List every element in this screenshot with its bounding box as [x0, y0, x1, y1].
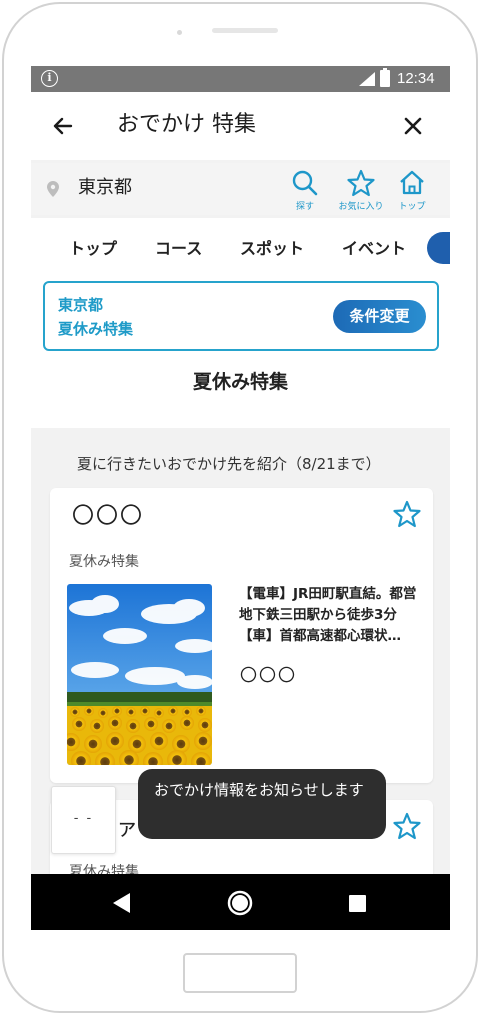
home-icon	[400, 170, 424, 195]
tab-spot[interactable]: スポット	[240, 238, 304, 260]
filter-box: 東京都 夏休み特集 条件変更	[43, 281, 439, 351]
favorites-action[interactable]: お気に入り	[335, 169, 387, 213]
filter-area: 東京都	[58, 296, 104, 314]
status-bar: i 12:34	[31, 66, 450, 92]
mini-widget-text: - -	[73, 811, 94, 826]
location-value[interactable]: 東京都	[78, 175, 132, 201]
spot-card[interactable]: 〇〇〇 夏休み特集 【電車】JR田町駅直結。都営地下鉄三田駅から徒歩3分【車】首…	[50, 488, 433, 783]
card-title: 〇〇〇	[72, 504, 145, 529]
tab-event[interactable]: イベント	[342, 238, 406, 260]
top-action[interactable]: トップ	[395, 169, 429, 213]
close-icon[interactable]	[403, 116, 423, 136]
search-action-label: 探す	[295, 202, 314, 212]
search-icon	[292, 170, 318, 196]
back-arrow-icon[interactable]	[51, 114, 75, 138]
status-time: 12:34	[397, 70, 435, 87]
toast-message: おでかけ情報をお知らせします	[138, 769, 386, 839]
screen: i 12:34 おでかけ 特集 東京都 探す お気に入り トップ トップ コース…	[31, 66, 450, 930]
section-pointer	[217, 410, 265, 428]
sunflower-field-photo[interactable]	[67, 584, 212, 765]
star-icon	[347, 169, 375, 197]
filter-section: 東京都 夏休み特集 条件変更	[31, 278, 450, 358]
tab-selected-special[interactable]	[427, 232, 450, 264]
favorite-star-icon[interactable]	[393, 500, 421, 528]
tab-top[interactable]: トップ	[69, 238, 117, 260]
section-description: 夏に行きたいおでかけ先を紹介（8/21まで）	[77, 455, 381, 473]
location-pin-icon	[47, 181, 59, 197]
top-action-label: トップ	[398, 202, 426, 212]
card-spot-name: 〇〇〇	[240, 666, 297, 686]
nav-recents-icon[interactable]	[349, 895, 366, 912]
section-header: 夏休み特集	[31, 358, 450, 428]
card-tag: 夏休み特集	[69, 554, 139, 570]
category-tabs: トップ コース スポット イベント	[31, 218, 450, 278]
search-action[interactable]: 探す	[290, 169, 320, 213]
favorite-star-icon[interactable]	[393, 812, 421, 840]
battery-icon	[380, 68, 390, 87]
nav-home-icon[interactable]	[227, 890, 253, 916]
android-nav-bar	[31, 874, 450, 930]
nav-back-icon[interactable]	[113, 893, 131, 913]
front-camera	[177, 30, 182, 35]
signal-icon	[359, 72, 375, 86]
section-title: 夏休み特集	[192, 371, 288, 393]
device-home-button[interactable]	[183, 953, 297, 993]
app-bar: おでかけ 特集	[31, 92, 450, 160]
page-title: おでかけ 特集	[117, 112, 256, 137]
info-icon: i	[41, 70, 58, 87]
change-conditions-button[interactable]: 条件変更	[333, 300, 426, 333]
card-access-info: 【電車】JR田町駅直結。都営地下鉄三田駅から徒歩3分【車】首都高速都心環状…	[239, 586, 417, 644]
tab-course[interactable]: コース	[155, 238, 202, 260]
earpiece-speaker	[212, 28, 278, 33]
mini-widget[interactable]: - -	[51, 786, 116, 854]
filter-theme: 夏休み特集	[58, 320, 134, 338]
favorites-action-label: お気に入り	[338, 202, 384, 212]
location-bar: 東京都 探す お気に入り トップ	[31, 163, 450, 215]
